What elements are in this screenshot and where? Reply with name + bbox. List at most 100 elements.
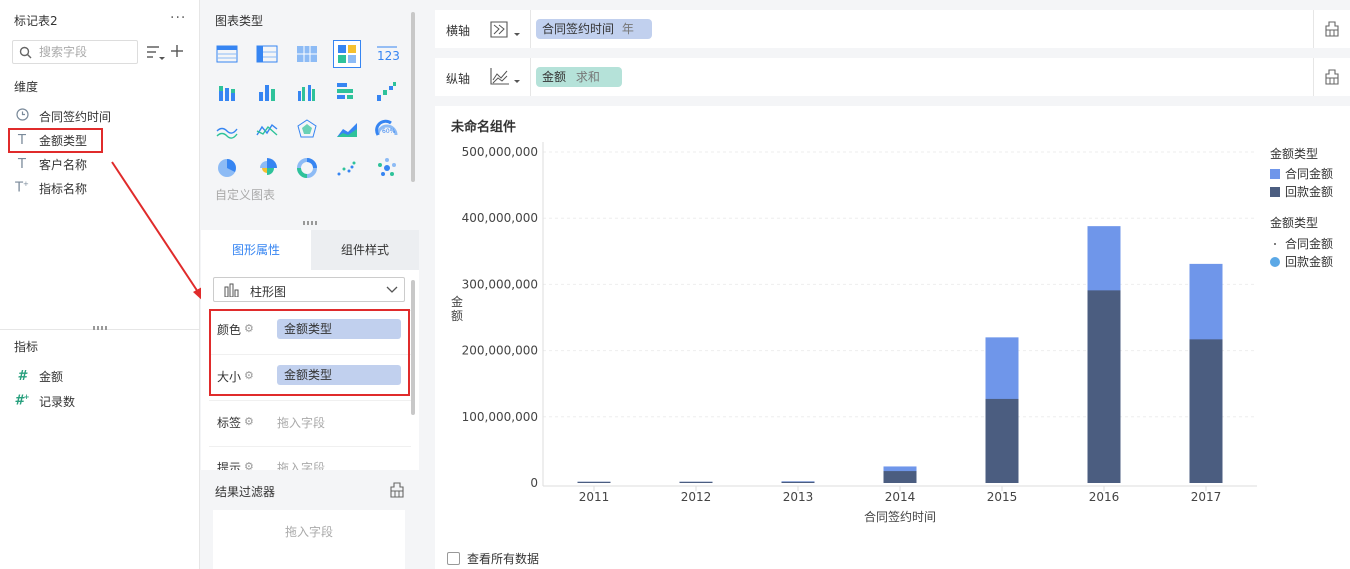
tooltip-row: 提示 ⚙ 拖入字段 bbox=[209, 447, 411, 470]
bar-horizontal-icon[interactable] bbox=[333, 78, 361, 106]
scatter-icon[interactable] bbox=[333, 154, 361, 182]
donut-icon[interactable] bbox=[293, 154, 321, 182]
x-tick-label: 2012 bbox=[681, 490, 712, 504]
search-input[interactable] bbox=[39, 44, 135, 60]
y-tick-label: 300,000,000 bbox=[462, 277, 538, 291]
measure-field-record-count[interactable]: #+ 记录数 bbox=[14, 391, 75, 411]
legend-item-label: 合同金额 bbox=[1285, 236, 1333, 251]
chart-component: 未命名组件 0 100,000,000 200,000,000 300,000,000… bbox=[435, 106, 1350, 569]
dataset-title: 标记表2 bbox=[14, 14, 58, 28]
bar-payment-2017 bbox=[1189, 339, 1223, 483]
result-filter-dropzone[interactable]: 拖入字段 bbox=[213, 510, 405, 569]
dimensions-heading: 维度 bbox=[14, 80, 39, 94]
bar-payment-2012 bbox=[679, 481, 713, 483]
y-field-name: 金额 bbox=[542, 70, 567, 84]
gauge-icon[interactable]: 60% bbox=[373, 116, 401, 144]
dimension-field-contract-time[interactable]: 合同签约时间 bbox=[14, 106, 111, 126]
x-field-name: 合同签约时间 bbox=[542, 22, 615, 36]
kpi-card-icon[interactable] bbox=[333, 40, 361, 68]
waterfall-icon[interactable] bbox=[373, 78, 401, 106]
field-label: 记录数 bbox=[39, 394, 76, 409]
bubble-icon[interactable] bbox=[373, 154, 401, 182]
divider bbox=[530, 10, 531, 48]
x-axis-title: 合同签约时间 bbox=[864, 509, 936, 524]
more-menu-button[interactable]: ··· bbox=[170, 10, 186, 26]
component-title[interactable]: 未命名组件 bbox=[451, 116, 516, 135]
bar-payment-2015 bbox=[985, 398, 1019, 483]
view-all-checkbox[interactable] bbox=[447, 552, 460, 565]
label-field-dropzone[interactable]: 拖入字段 bbox=[277, 414, 325, 431]
table-icon[interactable] bbox=[213, 40, 241, 68]
resize-handle[interactable] bbox=[93, 326, 107, 330]
text-icon: T+ bbox=[15, 180, 29, 196]
multi-line-icon[interactable] bbox=[253, 116, 281, 144]
grouped-column-icon[interactable] bbox=[293, 78, 321, 106]
x-tick-label: 2017 bbox=[1191, 490, 1222, 504]
view-all-data[interactable]: 查看所有数据 bbox=[447, 550, 539, 567]
divider bbox=[209, 400, 411, 401]
x-tick-label: 2016 bbox=[1089, 490, 1120, 504]
line-chart-icon[interactable] bbox=[489, 66, 523, 88]
number-icon[interactable]: 123 bbox=[373, 40, 401, 68]
legend-title: 金额类型 bbox=[1270, 146, 1318, 161]
x-axis-shelf: 横轴 合同签约时间 年 bbox=[435, 10, 1350, 48]
stacked-bar-icon[interactable] bbox=[213, 78, 241, 106]
pie-icon[interactable] bbox=[213, 154, 241, 182]
filter-settings-icon[interactable] bbox=[389, 482, 405, 498]
dimension-field-customer-name[interactable]: T 客户名称 bbox=[14, 154, 87, 174]
measures-heading: 指标 bbox=[14, 340, 39, 354]
divider bbox=[530, 58, 531, 96]
axis-settings-icon[interactable] bbox=[1324, 21, 1340, 37]
y-tick-label: 0 bbox=[530, 476, 538, 490]
search-box[interactable] bbox=[12, 40, 138, 64]
bar-payment-2013 bbox=[781, 481, 815, 483]
x-field-suffix: 年 bbox=[621, 22, 634, 36]
resize-handle[interactable] bbox=[303, 221, 317, 225]
svg-text:60%: 60% bbox=[382, 128, 396, 135]
gear-icon[interactable]: ⚙ bbox=[244, 460, 254, 470]
gear-icon[interactable]: ⚙ bbox=[244, 415, 254, 428]
rose-pie-icon[interactable] bbox=[253, 154, 281, 182]
cross-table-icon[interactable] bbox=[253, 40, 281, 68]
axis-type-icon[interactable] bbox=[489, 19, 523, 41]
tab-graphic-properties[interactable]: 图形属性 bbox=[201, 230, 311, 270]
measure-field-amount[interactable]: # 金额 bbox=[14, 366, 63, 386]
x-tick-label: 2011 bbox=[579, 490, 610, 504]
hash-icon: #+ bbox=[14, 393, 30, 409]
field-label: 合同签约时间 bbox=[39, 109, 112, 124]
dimension-field-indicator-name[interactable]: T+ 指标名称 bbox=[14, 178, 87, 198]
add-field-icon[interactable] bbox=[170, 44, 184, 58]
scrollbar[interactable] bbox=[411, 12, 415, 182]
x-axis-field-pill[interactable]: 合同签约时间 年 bbox=[536, 19, 652, 39]
chart-type-grid: 123 60% bbox=[215, 40, 405, 190]
svg-text:123: 123 bbox=[377, 49, 400, 63]
scrollbar[interactable] bbox=[411, 280, 415, 415]
legend-size-swatch bbox=[1270, 257, 1280, 267]
axis-settings-icon[interactable] bbox=[1324, 69, 1340, 85]
legend-size-swatch bbox=[1274, 243, 1276, 245]
chevron-down-icon bbox=[386, 286, 398, 293]
label-row-label: 标签 bbox=[217, 416, 242, 430]
sort-filter-icon[interactable] bbox=[146, 44, 166, 62]
area-icon[interactable] bbox=[333, 116, 361, 144]
y-axis-field-pill[interactable]: 金额 求和 bbox=[536, 67, 622, 87]
radar-icon[interactable] bbox=[293, 116, 321, 144]
property-tabs: 图形属性 组件样式 bbox=[201, 230, 419, 270]
bar-payment-2014 bbox=[883, 471, 917, 483]
column-icon[interactable] bbox=[253, 78, 281, 106]
tab-component-style[interactable]: 组件样式 bbox=[311, 230, 419, 270]
line-icon[interactable] bbox=[213, 116, 241, 144]
detail-table-icon[interactable] bbox=[293, 40, 321, 68]
bar-payment-2016 bbox=[1087, 290, 1121, 483]
result-filter-section: 结果过滤器 拖入字段 bbox=[201, 470, 419, 569]
chart-config-panel: 图表类型 123 60% 自定义图表 图形属性 组件样式 柱形图 颜色 ⚙ 金额类… bbox=[201, 0, 419, 569]
chart-type-select[interactable]: 柱形图 bbox=[213, 277, 405, 302]
tooltip-field-dropzone[interactable]: 拖入字段 bbox=[277, 459, 325, 470]
text-icon: T bbox=[18, 156, 26, 172]
y-tick-label: 100,000,000 bbox=[462, 410, 538, 424]
divider bbox=[1313, 58, 1314, 96]
x-tick-label: 2014 bbox=[885, 490, 916, 504]
y-tick-label: 200,000,000 bbox=[462, 344, 538, 358]
field-label: 指标名称 bbox=[39, 181, 88, 196]
field-label: 客户名称 bbox=[39, 157, 88, 172]
